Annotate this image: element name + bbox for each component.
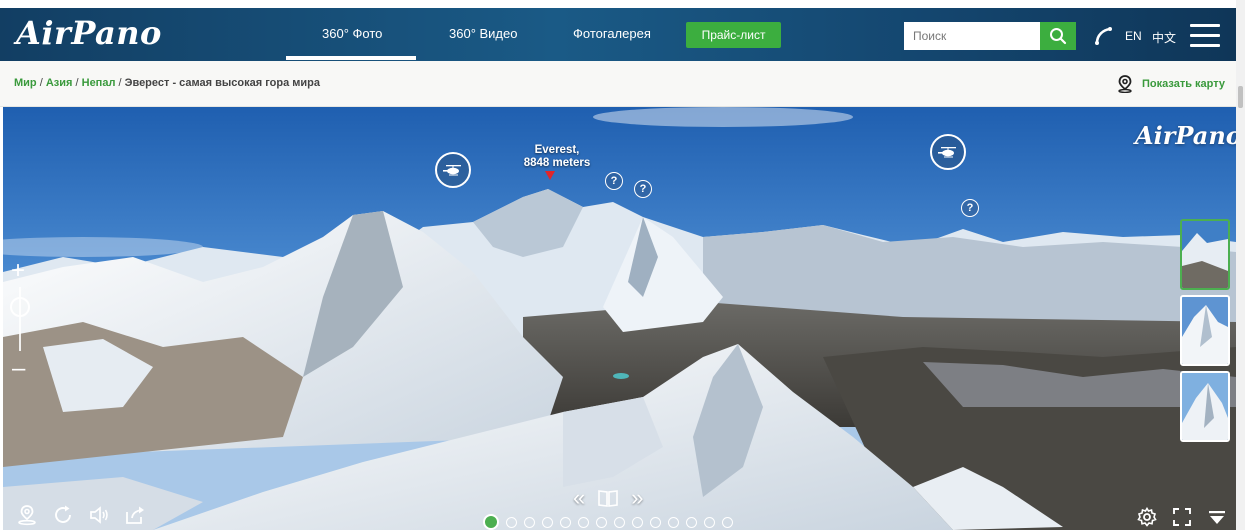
page-scrollbar[interactable] <box>1236 0 1245 530</box>
pagination-dot[interactable] <box>650 516 661 528</box>
breadcrumb-current: Эверест - самая высокая гора мира <box>124 77 320 89</box>
search-icon <box>1050 28 1067 45</box>
pagination-dot[interactable] <box>560 516 571 528</box>
panorama-thumbnails <box>1180 219 1232 447</box>
pagination-dot[interactable] <box>704 516 715 528</box>
pagination-dot[interactable] <box>722 516 733 528</box>
lang-en[interactable]: EN <box>1125 29 1142 43</box>
breadcrumb-bar: Мир / Азия / Непал / Эверест - самая выс… <box>0 61 1236 107</box>
panorama-watermark: AirPano <box>1135 121 1236 150</box>
zoom-out-icon[interactable]: – <box>12 357 25 381</box>
panorama-navigation: « » <box>573 485 644 511</box>
pagination-dot[interactable] <box>686 516 697 528</box>
panorama-thumbnail[interactable] <box>1180 295 1230 366</box>
search-button[interactable] <box>1040 22 1076 50</box>
book-icon[interactable] <box>597 488 619 508</box>
helicopter-hotspot-icon[interactable] <box>930 134 966 170</box>
everest-marker-icon <box>545 171 555 180</box>
pagination-dot[interactable] <box>542 516 553 528</box>
site-header: AirPano 360° Фото 360° Видео Фотогалерея… <box>0 8 1236 61</box>
breadcrumb: Мир / Азия / Непал / Эверест - самая выс… <box>14 77 320 89</box>
pagination-dot-active[interactable] <box>483 514 499 530</box>
zoom-in-icon[interactable]: + <box>11 259 25 283</box>
everest-label[interactable]: Everest, 8848 meters <box>509 144 605 170</box>
everest-label-line1: Everest, <box>534 144 580 156</box>
fullscreen-icon[interactable] <box>1172 507 1192 527</box>
pagination-dot[interactable] <box>578 516 589 528</box>
everest-label-line2: 8848 meters <box>523 157 591 169</box>
pagination-dot[interactable] <box>614 516 625 528</box>
pagination-dot[interactable] <box>668 516 679 528</box>
viewer-toolbar-left <box>15 503 147 527</box>
nav-360-video[interactable]: 360° Видео <box>449 26 517 41</box>
search-input[interactable] <box>904 22 1040 50</box>
previous-panorama-icon[interactable]: « <box>573 485 585 511</box>
map-pin-icon <box>1118 75 1132 93</box>
settings-gear-icon[interactable] <box>1137 507 1157 527</box>
nav-gallery[interactable]: Фотогалерея <box>573 26 651 41</box>
breadcrumb-separator: / <box>39 77 43 89</box>
breadcrumb-world[interactable]: Мир <box>14 77 37 89</box>
panorama-viewer[interactable]: AirPano Everest, 8848 meters ? ? ? + – «… <box>3 107 1236 530</box>
nav-360-photo[interactable]: 360° Фото <box>322 26 382 41</box>
phone-icon[interactable] <box>1093 26 1113 46</box>
collapse-menu-icon[interactable] <box>1207 507 1227 527</box>
info-hotspot-icon[interactable]: ? <box>961 199 979 217</box>
page-scrollbar-thumb[interactable] <box>1238 86 1243 108</box>
sound-icon[interactable] <box>87 503 111 527</box>
share-icon[interactable] <box>123 503 147 527</box>
helicopter-hotspot-icon[interactable] <box>435 152 471 188</box>
breadcrumb-separator: / <box>75 77 79 89</box>
site-logo[interactable]: AirPano <box>16 14 162 52</box>
zoom-slider-handle[interactable] <box>10 297 30 317</box>
panorama-image <box>3 107 1236 530</box>
map-pin-icon[interactable] <box>15 503 39 527</box>
info-hotspot-icon[interactable]: ? <box>634 180 652 198</box>
breadcrumb-separator: / <box>118 77 122 89</box>
page: AirPano 360° Фото 360° Видео Фотогалерея… <box>0 0 1245 530</box>
breadcrumb-nepal[interactable]: Непал <box>82 77 116 89</box>
price-list-button[interactable]: Прайс-лист <box>686 22 781 48</box>
hamburger-menu-icon[interactable] <box>1190 24 1220 48</box>
next-panorama-icon[interactable]: » <box>631 485 643 511</box>
rotate-icon[interactable] <box>51 503 75 527</box>
pagination-dot[interactable] <box>524 516 535 528</box>
nav-active-indicator <box>286 56 416 60</box>
panorama-thumbnail[interactable] <box>1180 219 1230 290</box>
show-map-button[interactable]: Показать карту <box>1116 75 1225 93</box>
info-hotspot-icon[interactable]: ? <box>605 172 623 190</box>
show-map-label: Показать карту <box>1142 78 1226 90</box>
pagination-dot[interactable] <box>596 516 607 528</box>
lang-zh[interactable]: 中文 <box>1152 29 1176 46</box>
pagination-dot[interactable] <box>632 516 643 528</box>
panorama-pagination <box>483 514 733 530</box>
viewer-toolbar-right <box>1137 507 1227 527</box>
pagination-dot[interactable] <box>506 516 517 528</box>
panorama-thumbnail[interactable] <box>1180 371 1230 442</box>
breadcrumb-asia[interactable]: Азия <box>46 77 73 89</box>
